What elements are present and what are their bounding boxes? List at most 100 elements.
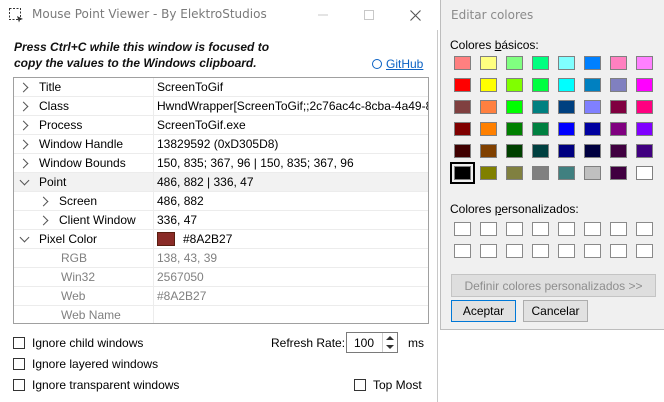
basic-color-swatch[interactable] — [636, 166, 653, 180]
basic-color-swatch[interactable] — [558, 122, 575, 136]
custom-color-swatch[interactable] — [610, 244, 627, 258]
basic-color-swatch[interactable] — [558, 166, 575, 180]
property-value[interactable]: ScreenToGif.exe — [157, 118, 246, 132]
row-expander[interactable] — [34, 192, 54, 211]
custom-color-swatch[interactable] — [454, 222, 471, 236]
custom-color-swatch[interactable] — [480, 222, 497, 236]
basic-color-swatch[interactable] — [558, 100, 575, 114]
basic-color-swatch[interactable] — [636, 122, 653, 136]
row-expander[interactable] — [34, 211, 54, 230]
basic-color-swatch[interactable] — [610, 122, 627, 136]
custom-color-swatch[interactable] — [558, 244, 575, 258]
basic-color-swatch[interactable] — [480, 122, 497, 136]
basic-color-swatch[interactable] — [506, 56, 523, 70]
chevron-down-icon[interactable] — [19, 175, 29, 186]
row-expander[interactable] — [14, 116, 34, 135]
custom-color-swatch[interactable] — [506, 244, 523, 258]
ignore-transparent-windows-label[interactable]: Ignore transparent windows — [32, 378, 179, 392]
basic-color-swatch[interactable] — [480, 144, 497, 158]
spin-down-icon[interactable] — [386, 345, 394, 349]
chevron-right-icon[interactable] — [18, 101, 28, 112]
basic-color-swatch[interactable] — [506, 166, 523, 180]
basic-color-swatch[interactable] — [610, 166, 627, 180]
basic-color-swatch[interactable] — [480, 100, 497, 114]
ignore-transparent-windows-checkbox[interactable] — [13, 379, 25, 391]
basic-color-swatch[interactable] — [532, 78, 549, 92]
basic-color-swatch[interactable] — [610, 78, 627, 92]
property-value[interactable]: #8A2B27 — [157, 289, 206, 303]
basic-color-swatch[interactable] — [584, 144, 601, 158]
property-row-class[interactable]: Class HwndWrapper[ScreenToGif;;2c76ac4c-8… — [14, 97, 428, 116]
custom-color-swatch[interactable] — [584, 222, 601, 236]
property-row-web[interactable]: Web #8A2B27 — [14, 287, 428, 306]
custom-color-swatch[interactable] — [532, 244, 549, 258]
minimize-button[interactable] — [300, 0, 346, 30]
property-row-process[interactable]: Process ScreenToGif.exe — [14, 116, 428, 135]
custom-color-swatch[interactable] — [558, 222, 575, 236]
define-custom-colors-button[interactable]: Definir colores personalizados >> — [451, 274, 656, 297]
basic-color-swatch[interactable] — [532, 122, 549, 136]
chevron-down-icon[interactable] — [19, 232, 29, 243]
maximize-button[interactable] — [346, 0, 392, 30]
property-value[interactable]: 150, 835; 367, 96 | 150, 835; 367, 96 — [157, 156, 354, 170]
basic-color-swatch[interactable] — [584, 122, 601, 136]
property-value[interactable]: #8A2B27 — [157, 232, 232, 246]
spin-up-icon[interactable] — [386, 336, 394, 340]
property-row-window-handle[interactable]: Window Handle 13829592 (0xD305D8) — [14, 135, 428, 154]
spin-buttons[interactable] — [382, 333, 397, 352]
basic-color-swatch[interactable] — [532, 100, 549, 114]
refresh-rate-stepper[interactable]: 100 — [346, 332, 398, 353]
basic-color-swatch[interactable] — [636, 78, 653, 92]
property-value[interactable]: 138, 43, 39 — [157, 251, 217, 265]
custom-color-swatch[interactable] — [506, 222, 523, 236]
property-row-window-bounds[interactable]: Window Bounds 150, 835; 367, 96 | 150, 83… — [14, 154, 428, 173]
custom-color-swatch[interactable] — [454, 244, 471, 258]
basic-color-swatch[interactable] — [584, 100, 601, 114]
row-expander[interactable] — [14, 173, 34, 192]
property-value[interactable]: 13829592 (0xD305D8) — [157, 137, 278, 151]
property-row-screen[interactable]: Screen 486, 882 — [14, 192, 428, 211]
basic-color-swatch[interactable] — [506, 144, 523, 158]
custom-color-swatch[interactable] — [532, 222, 549, 236]
basic-color-swatch[interactable] — [454, 100, 471, 114]
row-expander[interactable] — [14, 230, 34, 249]
custom-color-swatch[interactable] — [610, 222, 627, 236]
basic-color-swatch[interactable] — [450, 162, 475, 184]
basic-color-swatch[interactable] — [454, 122, 471, 136]
property-value[interactable]: 486, 882 — [157, 194, 204, 208]
title-bar[interactable]: Mouse Point Viewer - By ElektroStudios — [0, 0, 438, 30]
basic-color-swatch[interactable] — [636, 100, 653, 114]
basic-color-swatch[interactable] — [584, 78, 601, 92]
basic-color-swatch[interactable] — [610, 144, 627, 158]
chevron-right-icon[interactable] — [18, 120, 28, 131]
basic-color-swatch[interactable] — [558, 144, 575, 158]
property-row-rgb[interactable]: RGB 138, 43, 39 — [14, 249, 428, 268]
property-value[interactable]: ScreenToGif — [157, 80, 223, 94]
property-row-web-name[interactable]: Web Name — [14, 306, 428, 323]
property-value[interactable]: 2567050 — [157, 270, 204, 284]
chevron-right-icon[interactable] — [38, 196, 48, 207]
property-row-pixel-color[interactable]: Pixel Color #8A2B27 — [14, 230, 428, 249]
property-value[interactable]: 486, 882 | 336, 47 — [157, 175, 254, 189]
basic-color-swatch[interactable] — [532, 144, 549, 158]
custom-color-swatch[interactable] — [584, 244, 601, 258]
ignore-child-windows-checkbox[interactable] — [13, 337, 25, 349]
accept-button[interactable]: Aceptar — [451, 300, 516, 322]
basic-color-swatch[interactable] — [480, 78, 497, 92]
property-row-client-window[interactable]: Client Window 336, 47 — [14, 211, 428, 230]
basic-color-swatch[interactable] — [454, 56, 471, 70]
row-expander[interactable] — [14, 78, 34, 97]
github-link[interactable]: GitHub — [372, 57, 423, 71]
basic-color-swatch[interactable] — [584, 166, 601, 180]
basic-color-swatch[interactable] — [610, 100, 627, 114]
ignore-layered-windows-label[interactable]: Ignore layered windows — [32, 357, 158, 371]
basic-color-swatch[interactable] — [480, 166, 497, 180]
basic-color-swatch[interactable] — [454, 144, 471, 158]
row-expander[interactable] — [14, 154, 34, 173]
row-expander[interactable] — [14, 135, 34, 154]
basic-color-swatch[interactable] — [558, 78, 575, 92]
basic-color-swatch[interactable] — [506, 100, 523, 114]
row-expander[interactable] — [14, 97, 34, 116]
basic-color-swatch[interactable] — [558, 56, 575, 70]
top-most-checkbox[interactable] — [354, 379, 366, 391]
